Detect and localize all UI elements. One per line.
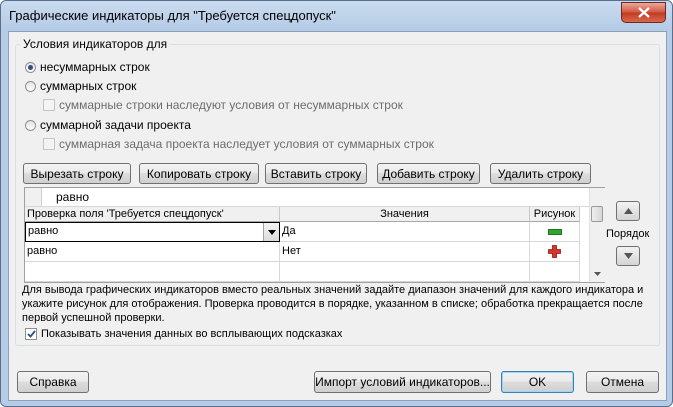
radio-nonsummary-circle[interactable] xyxy=(25,61,36,73)
column-header-test[interactable]: Проверка поля 'Требуется спецдопуск' xyxy=(25,207,280,222)
window-title: Графические индикаторы для "Требуется сп… xyxy=(9,8,336,23)
title-bar: Графические индикаторы для "Требуется сп… xyxy=(1,1,672,29)
test-combo[interactable]: равно xyxy=(25,222,280,242)
chevron-down-icon xyxy=(267,229,276,235)
close-button[interactable] xyxy=(621,2,666,23)
conditions-legend: Условия индикаторов для xyxy=(20,37,171,51)
help-button[interactable]: Справка xyxy=(17,371,89,393)
dialog-window: Графические индикаторы для "Требуется сп… xyxy=(0,0,673,407)
import-conditions-button[interactable]: Импорт условий индикаторов... xyxy=(314,371,491,393)
ok-button[interactable]: OK xyxy=(501,371,574,393)
cell-image-2[interactable] xyxy=(530,242,580,262)
arrow-down-icon xyxy=(623,253,633,259)
radio-nonsummary[interactable]: несуммарных строк xyxy=(25,60,150,74)
cell-image-1[interactable] xyxy=(530,222,580,242)
checkbox-summary-inherit-box[interactable] xyxy=(43,99,55,111)
show-tooltips-label: Показывать значения данных во всплывающи… xyxy=(41,328,343,340)
grid-edit-bar[interactable]: равно xyxy=(25,188,589,207)
column-header-image[interactable]: Рисунок xyxy=(530,207,580,222)
column-header-values[interactable]: Значения xyxy=(280,207,530,222)
test-combo-dropdown[interactable] xyxy=(263,223,279,241)
copy-row-button[interactable]: Копировать строку xyxy=(139,163,259,184)
move-down-button[interactable] xyxy=(616,246,640,266)
arrow-up-icon xyxy=(623,208,633,214)
scroll-down-arrow-icon[interactable] xyxy=(594,272,601,276)
cell-image-3[interactable] xyxy=(530,262,580,282)
grid-scroll-thumb[interactable] xyxy=(591,206,603,222)
move-up-button[interactable] xyxy=(616,201,640,221)
test-combo-value: равно xyxy=(28,225,59,237)
radio-project-summary-circle[interactable] xyxy=(25,119,36,131)
grid-edit-row-header xyxy=(25,188,42,206)
radio-nonsummary-label: несуммарных строк xyxy=(40,60,150,74)
checkbox-summary-inherit[interactable]: суммарные строки наследуют условия от не… xyxy=(43,98,403,112)
cancel-button[interactable]: Отмена xyxy=(586,371,659,393)
show-tooltips-box[interactable] xyxy=(25,328,37,340)
checkmark-icon xyxy=(26,330,36,338)
show-tooltips-checkbox[interactable]: Показывать значения данных во всплывающи… xyxy=(25,328,342,340)
close-icon xyxy=(637,7,650,18)
dialog-body: Условия индикаторов для несуммарных стро… xyxy=(8,31,667,401)
cell-test-3[interactable] xyxy=(25,262,280,282)
paste-row-button[interactable]: Вставить строку xyxy=(265,163,367,184)
cut-row-button[interactable]: Вырезать строку xyxy=(23,163,131,184)
cell-value-1[interactable]: Да xyxy=(280,222,530,242)
delete-row-button[interactable]: Удалить строку xyxy=(490,163,591,184)
add-row-button[interactable]: Добавить строку xyxy=(377,163,480,184)
radio-project-summary-label: суммарной задачи проекта xyxy=(40,118,191,132)
radio-summary[interactable]: суммарных строк xyxy=(25,79,136,93)
red-plus-icon xyxy=(548,245,561,258)
description-text: Для вывода графических индикаторов вмест… xyxy=(22,284,644,324)
order-label: Порядок xyxy=(606,228,650,240)
checkbox-summary-inherit-label: суммарные строки наследуют условия от не… xyxy=(59,98,403,112)
cell-test-2[interactable]: равно xyxy=(25,242,280,262)
radio-project-summary[interactable]: суммарной задачи проекта xyxy=(25,118,191,132)
checkbox-project-inherit[interactable]: суммарная задача проекта наследует услов… xyxy=(43,137,434,151)
radio-summary-label: суммарных строк xyxy=(40,79,137,93)
cell-value-3[interactable] xyxy=(280,262,530,282)
checkbox-project-inherit-label: суммарная задача проекта наследует услов… xyxy=(59,137,434,151)
cell-value-2[interactable]: Нет xyxy=(280,242,530,262)
grid-vertical-scrollbar[interactable] xyxy=(589,188,605,282)
radio-summary-circle[interactable] xyxy=(25,80,36,92)
grid-edit-value[interactable]: равно xyxy=(56,190,89,204)
indicator-grid: равно Проверка поля 'Требуется спецдопус… xyxy=(24,187,605,283)
green-minus-icon xyxy=(547,228,562,235)
checkbox-project-inherit-box[interactable] xyxy=(43,138,55,150)
